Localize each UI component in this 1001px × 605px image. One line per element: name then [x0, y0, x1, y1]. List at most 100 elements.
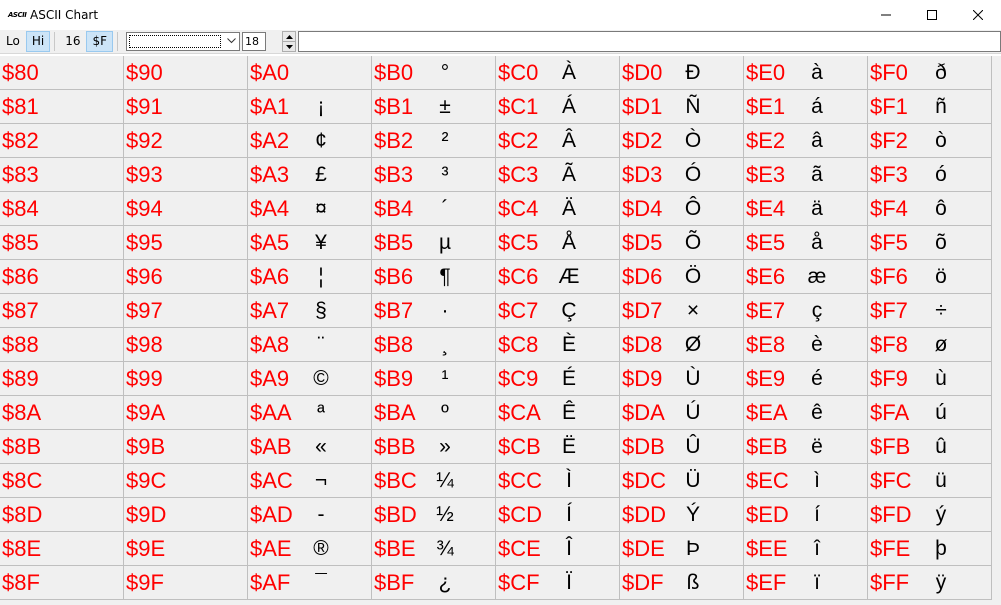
char-cell[interactable]: $C2 Â [496, 124, 620, 158]
char-cell[interactable]: $B7 · [372, 294, 496, 328]
char-cell[interactable]: $EC ì [744, 464, 868, 498]
char-cell[interactable]: $89 [0, 362, 124, 396]
char-cell[interactable]: $FF ÿ [868, 566, 992, 600]
char-cell[interactable]: $A6 ¦ [248, 260, 372, 294]
char-cell[interactable]: $A7 § [248, 294, 372, 328]
char-cell[interactable]: $97 [124, 294, 248, 328]
char-cell[interactable]: $F7 ÷ [868, 294, 992, 328]
char-cell[interactable]: $A8 ¨ [248, 328, 372, 362]
char-cell[interactable]: $E9 é [744, 362, 868, 396]
char-cell[interactable]: $E3 ã [744, 158, 868, 192]
char-cell[interactable]: $F0 ð [868, 56, 992, 90]
char-cell[interactable]: $E1 á [744, 90, 868, 124]
char-cell[interactable]: $81 [0, 90, 124, 124]
char-cell[interactable]: $BA º [372, 396, 496, 430]
char-cell[interactable]: $D3 Ó [620, 158, 744, 192]
char-cell[interactable]: $A4 ¤ [248, 192, 372, 226]
char-cell[interactable]: $E4 ä [744, 192, 868, 226]
char-cell[interactable]: $C8 È [496, 328, 620, 362]
char-cell[interactable]: $DB Û [620, 430, 744, 464]
char-cell[interactable]: $B1 ± [372, 90, 496, 124]
char-cell[interactable]: $8E [0, 532, 124, 566]
char-cell[interactable]: $80 [0, 56, 124, 90]
char-cell[interactable]: $87 [0, 294, 124, 328]
char-cell[interactable]: $E2 â [744, 124, 868, 158]
char-cell[interactable]: $CD Í [496, 498, 620, 532]
char-cell[interactable]: $D7 × [620, 294, 744, 328]
char-cell[interactable]: $99 [124, 362, 248, 396]
char-cell[interactable]: $E7 ç [744, 294, 868, 328]
char-cell[interactable]: $B9 ¹ [372, 362, 496, 396]
char-cell[interactable]: $FB û [868, 430, 992, 464]
char-cell[interactable]: $F1 ñ [868, 90, 992, 124]
char-cell[interactable]: $BC ¼ [372, 464, 496, 498]
char-cell[interactable]: $EB ë [744, 430, 868, 464]
char-cell[interactable]: $EF ï [744, 566, 868, 600]
char-cell[interactable]: $F2 ò [868, 124, 992, 158]
char-cell[interactable]: $F5 õ [868, 226, 992, 260]
char-cell[interactable]: $84 [0, 192, 124, 226]
char-cell[interactable]: $D9 Ù [620, 362, 744, 396]
char-cell[interactable]: $CC Ì [496, 464, 620, 498]
char-cell[interactable]: $FE þ [868, 532, 992, 566]
char-cell[interactable]: $E5 å [744, 226, 868, 260]
font-size-field[interactable]: 18 [242, 32, 267, 51]
spin-up-button[interactable] [283, 32, 296, 42]
char-cell[interactable]: $D0 Ð [620, 56, 744, 90]
char-cell[interactable]: $DF ß [620, 566, 744, 600]
char-cell[interactable]: $C0 À [496, 56, 620, 90]
char-cell[interactable]: $C5 Å [496, 226, 620, 260]
char-cell[interactable]: $E0 à [744, 56, 868, 90]
char-cell[interactable]: $AA ª [248, 396, 372, 430]
char-cell[interactable]: $ED í [744, 498, 868, 532]
char-cell[interactable]: $86 [0, 260, 124, 294]
char-cell[interactable]: $C9 É [496, 362, 620, 396]
char-cell[interactable]: $9D [124, 498, 248, 532]
char-cell[interactable]: $E6 æ [744, 260, 868, 294]
char-cell[interactable]: $DD Ý [620, 498, 744, 532]
char-cell[interactable]: $8D [0, 498, 124, 532]
char-cell[interactable]: $FD ý [868, 498, 992, 532]
char-cell[interactable]: $8F [0, 566, 124, 600]
char-cell[interactable]: $B8 ¸ [372, 328, 496, 362]
hex-prefix-button[interactable]: $F [86, 31, 114, 52]
char-cell[interactable]: $9A [124, 396, 248, 430]
char-cell[interactable]: $94 [124, 192, 248, 226]
maximize-button[interactable] [909, 0, 955, 30]
char-cell[interactable]: $C4 Ä [496, 192, 620, 226]
char-cell[interactable]: $92 [124, 124, 248, 158]
char-cell[interactable]: $B3 ³ [372, 158, 496, 192]
close-button[interactable] [955, 0, 1001, 30]
char-cell[interactable]: $A5 ¥ [248, 226, 372, 260]
char-cell[interactable]: $88 [0, 328, 124, 362]
char-cell[interactable]: $D5 Õ [620, 226, 744, 260]
char-cell[interactable]: $98 [124, 328, 248, 362]
char-cell[interactable]: $D1 Ñ [620, 90, 744, 124]
char-cell[interactable]: $BB » [372, 430, 496, 464]
char-cell[interactable]: $85 [0, 226, 124, 260]
char-cell[interactable]: $C3 Ã [496, 158, 620, 192]
hi-button[interactable]: Hi [25, 31, 51, 52]
spin-down-button[interactable] [283, 42, 295, 51]
char-cell[interactable]: $F6 ö [868, 260, 992, 294]
char-cell[interactable]: $BD ½ [372, 498, 496, 532]
char-cell[interactable]: $FA ú [868, 396, 992, 430]
char-cell[interactable]: $B5 µ [372, 226, 496, 260]
char-cell[interactable]: $D2 Ò [620, 124, 744, 158]
char-cell[interactable]: $95 [124, 226, 248, 260]
char-cell[interactable]: $B6 ¶ [372, 260, 496, 294]
char-cell[interactable]: $CB Ë [496, 430, 620, 464]
char-cell[interactable]: $9E [124, 532, 248, 566]
char-cell[interactable]: $A1 ¡ [248, 90, 372, 124]
char-cell[interactable]: $B2 ² [372, 124, 496, 158]
char-cell[interactable]: $F3 ó [868, 158, 992, 192]
char-cell[interactable]: $C7 Ç [496, 294, 620, 328]
char-cell[interactable]: $EE î [744, 532, 868, 566]
char-cell[interactable]: $A3 £ [248, 158, 372, 192]
char-cell[interactable]: $BE ¾ [372, 532, 496, 566]
char-cell[interactable]: $BF ¿ [372, 566, 496, 600]
char-cell[interactable]: $DE Þ [620, 532, 744, 566]
char-cell[interactable]: $A2 ¢ [248, 124, 372, 158]
char-cell[interactable]: $B4 ´ [372, 192, 496, 226]
char-cell[interactable]: $CF Ï [496, 566, 620, 600]
